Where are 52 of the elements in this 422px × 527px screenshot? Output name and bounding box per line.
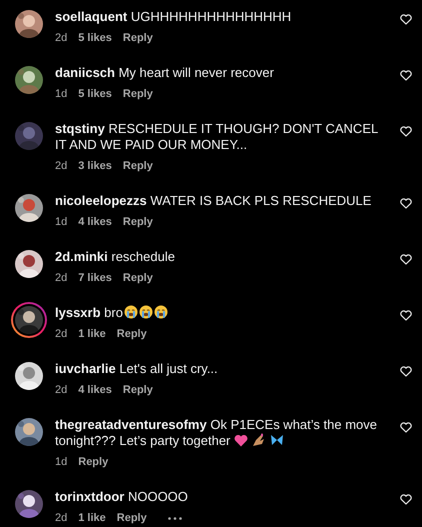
comment-text: lyssxrb bro (55, 305, 384, 321)
reply-link[interactable]: Reply (122, 383, 153, 397)
hand-icon (252, 433, 266, 447)
comment-time: 2d (55, 327, 68, 341)
like-count[interactable]: 5 likes (78, 87, 112, 101)
like-count[interactable]: 1 like (78, 327, 106, 341)
like-heart-icon[interactable] (400, 494, 412, 505)
comment-text: daniicsch My heart will never recover (55, 65, 275, 81)
reply-link[interactable]: Reply (122, 87, 153, 101)
comment-time: 2d (55, 383, 68, 397)
reply-link[interactable]: Reply (116, 327, 147, 341)
like-heart-icon[interactable] (400, 14, 412, 25)
story-ring[interactable] (11, 302, 47, 338)
reply-link[interactable]: Reply (78, 455, 108, 469)
like-heart-icon[interactable] (400, 70, 412, 81)
crying-face-icon (138, 305, 153, 319)
comment-time: 2d (55, 271, 68, 285)
reply-link[interactable]: Reply (122, 215, 153, 229)
like-count[interactable]: 3 likes (78, 159, 112, 173)
like-count[interactable]: 4 likes (78, 383, 112, 397)
comment-text: torinxtdoor NOOOOO (55, 489, 189, 505)
like-heart-icon[interactable] (400, 366, 412, 377)
like-heart-icon[interactable] (400, 422, 412, 433)
comment-text: nicoleelopezzs WATER IS BACK PLS RESCHEDULE (55, 193, 372, 209)
crying-face-icon (124, 305, 138, 319)
like-count[interactable]: 4 likes (78, 215, 112, 229)
like-count[interactable]: 5 likes (78, 31, 112, 45)
like-heart-icon[interactable] (400, 198, 412, 209)
comment-text: soellaquent UGHHHHHHHHHHHHHHH (55, 9, 292, 25)
comment-text: stqstiny RESCHEDULE IT THOUGH? DON'T CANCEL IT AND WE PAID OUR MONEY... (55, 121, 379, 153)
like-heart-icon[interactable] (400, 310, 412, 321)
heart-emoji-icon (234, 434, 248, 447)
butterfly-icon (270, 433, 284, 447)
comment-text: iuvcharlie Let's all just cry... (55, 361, 219, 377)
reply-link[interactable]: Reply (122, 271, 153, 285)
reply-link[interactable]: Reply (122, 159, 153, 173)
like-count[interactable]: 1 like (78, 511, 106, 525)
like-heart-icon[interactable] (400, 254, 412, 265)
comment-time: 1d (55, 455, 68, 469)
like-count[interactable]: 7 likes (78, 271, 112, 285)
like-heart-icon[interactable] (400, 126, 412, 137)
more-icon[interactable] (168, 516, 182, 520)
comment-text: 2d.minki reschedule (55, 249, 176, 265)
comment-time: 2d (55, 31, 68, 45)
comment-text: thegreatadventuresofmy Ok P1ECEs what’s the move tonight??? Let’s party together (55, 417, 378, 449)
reply-link[interactable]: Reply (122, 31, 153, 45)
comment-time: 1d (55, 215, 68, 229)
crying-face-icon (154, 305, 168, 319)
reply-link[interactable]: Reply (116, 511, 147, 525)
comment-time: 2d (55, 511, 68, 525)
comment-time: 1d (55, 87, 68, 101)
comment-time: 2d (55, 159, 68, 173)
